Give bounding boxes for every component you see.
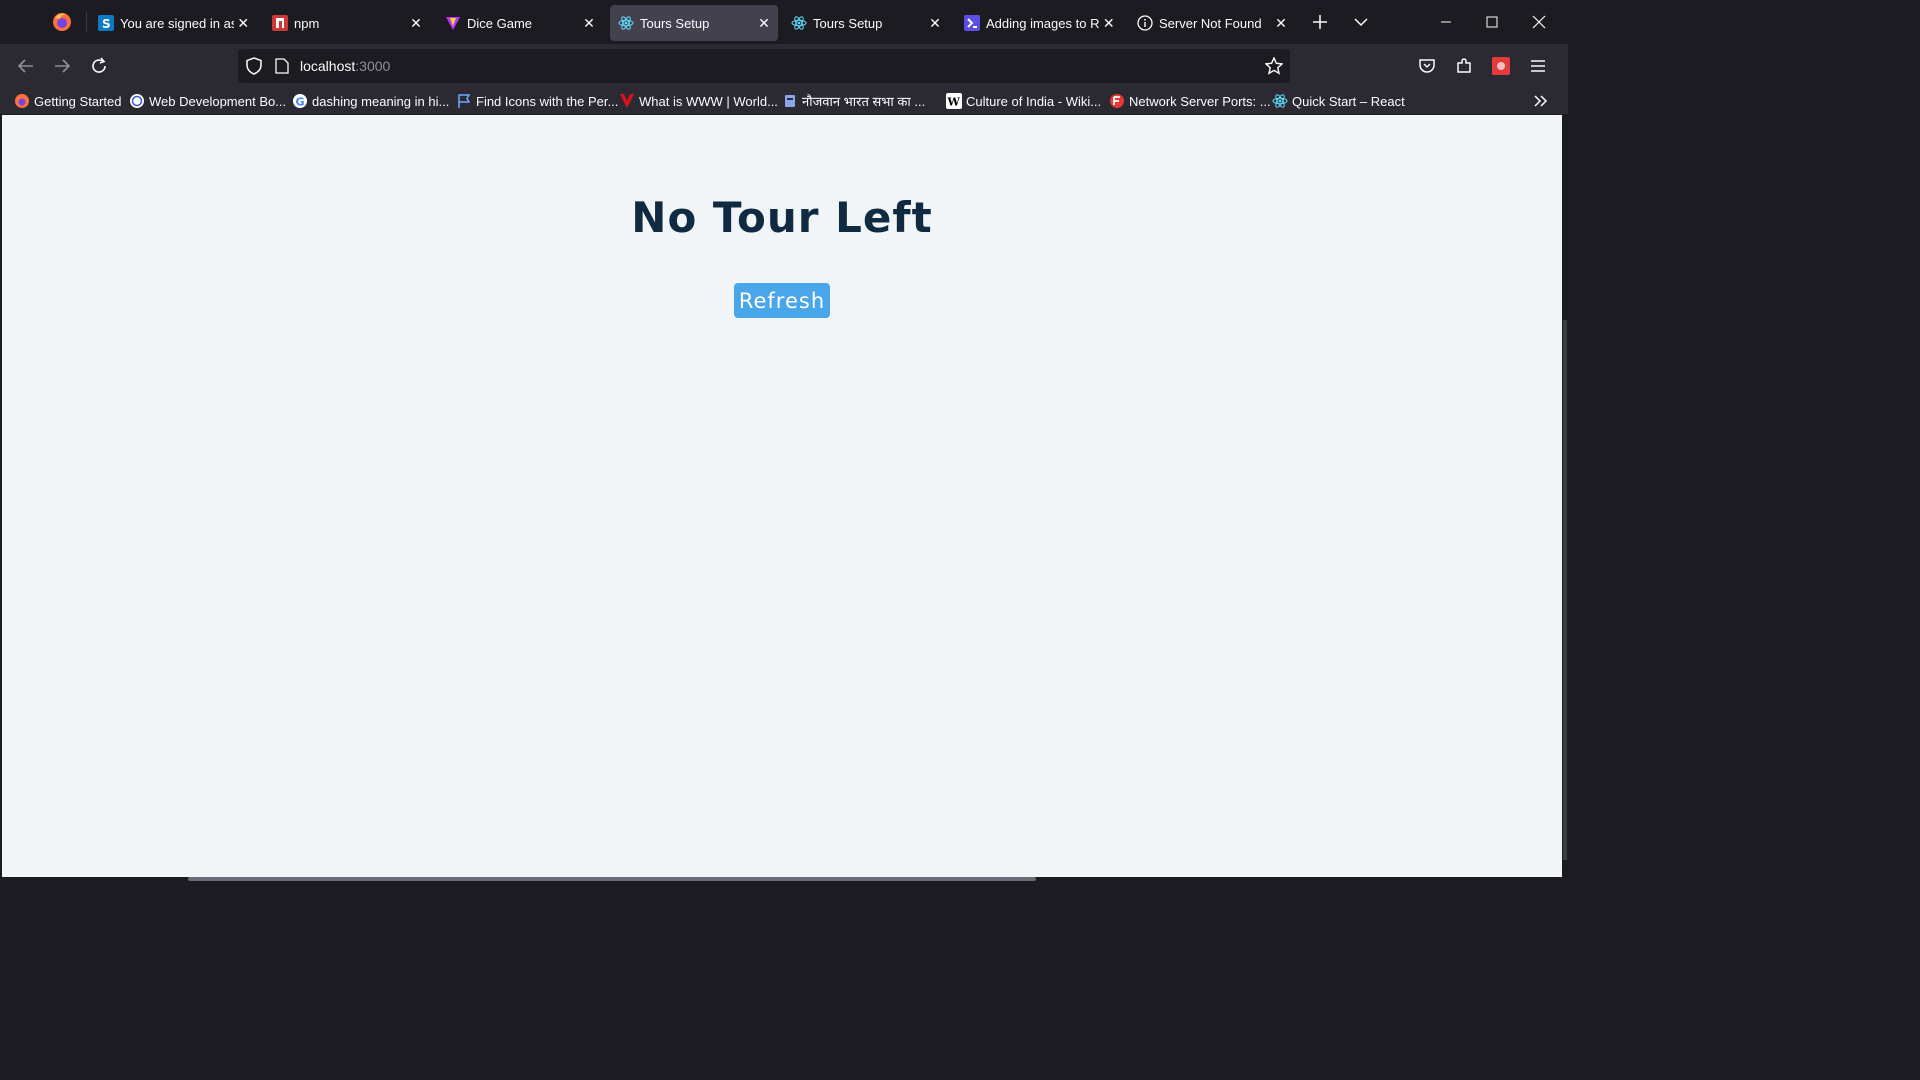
bookmark-getting-started[interactable]: Getting Started: [14, 91, 121, 111]
page-title: No Tour Left: [631, 193, 933, 242]
new-tab-plus-icon[interactable]: [1308, 10, 1332, 34]
emblem-icon: [782, 93, 798, 109]
tab-title: Server Not Found: [1159, 15, 1262, 31]
extensions-puzzle-icon[interactable]: [1450, 52, 1478, 80]
close-icon[interactable]: ✕: [579, 13, 599, 33]
bookmark-network-server-ports[interactable]: Network Server Ports: ...: [1109, 91, 1271, 111]
info-icon: [1137, 15, 1153, 31]
v-icon: [619, 93, 635, 109]
flag-icon: [456, 93, 472, 109]
react-icon: [1272, 93, 1288, 109]
close-icon[interactable]: ✕: [1271, 13, 1291, 33]
maximize-icon[interactable]: [1469, 6, 1515, 38]
tab-title: npm: [294, 15, 320, 31]
list-all-tabs-chevron-icon[interactable]: [1349, 10, 1373, 34]
wikipedia-icon: W: [946, 93, 962, 109]
tracking-protection-shield-icon[interactable]: [240, 52, 268, 80]
url-text[interactable]: localhost:3000: [300, 58, 390, 74]
more-bookmarks-chevron-icon[interactable]: [1527, 87, 1555, 115]
f-icon: [1109, 93, 1125, 109]
bookmark-label: Network Server Ports: ...: [1129, 93, 1271, 109]
window-close-icon[interactable]: [1516, 6, 1562, 38]
tab-title: You are signed in as S: [120, 15, 235, 31]
tab-title: Dice Game: [467, 15, 533, 31]
minimize-icon[interactable]: [1423, 6, 1469, 38]
firefox-icon: [14, 93, 30, 109]
hamburger-menu-icon[interactable]: [1524, 52, 1552, 80]
vite-icon: [445, 15, 461, 31]
bookmark-dashing-meaning[interactable]: G dashing meaning in hi...: [292, 91, 449, 111]
close-icon[interactable]: ✕: [925, 13, 945, 33]
bookmark-quick-start-react[interactable]: Quick Start – React: [1272, 91, 1405, 111]
google-icon: G: [292, 93, 308, 109]
bookmark-star-icon[interactable]: [1260, 52, 1288, 80]
back-arrow-icon[interactable]: [12, 52, 40, 80]
url-bar[interactable]: [238, 49, 1290, 83]
bookmark-label: Web Development Bo...: [149, 93, 287, 109]
terminal-icon: [964, 15, 980, 31]
url-port: :3000: [355, 58, 391, 74]
close-icon[interactable]: ✕: [406, 13, 426, 33]
bookmark-label: Quick Start – React: [1292, 93, 1405, 109]
bookmark-culture-of-india[interactable]: W Culture of India - Wiki...: [946, 91, 1101, 111]
close-icon[interactable]: ✕: [1099, 13, 1118, 33]
bookmark-label: नौजवान भारत सभा का ...: [802, 94, 926, 109]
extension-red-icon[interactable]: [1487, 52, 1515, 80]
npm-icon: [272, 15, 288, 31]
pocket-icon[interactable]: [1413, 52, 1441, 80]
bookmark-web-development[interactable]: Web Development Bo...: [129, 91, 286, 111]
close-icon[interactable]: ✕: [754, 13, 774, 33]
svg-text:G: G: [296, 96, 305, 109]
url-host: localhost: [300, 58, 356, 74]
page-content: No Tour Left Refresh: [2, 115, 1562, 877]
vertical-scrollbar-thumb[interactable]: [1563, 320, 1567, 860]
bookmark-label: Culture of India - Wiki...: [966, 93, 1102, 109]
react-icon: [618, 15, 634, 31]
reload-icon[interactable]: [85, 52, 113, 80]
close-icon[interactable]: ✕: [234, 13, 252, 33]
tab-adding-images[interactable]: Adding images to RE ✕: [956, 5, 1122, 41]
bookmark-naujawan-bharat[interactable]: नौजवान भारत सभा का ...: [782, 91, 925, 111]
refresh-button[interactable]: Refresh: [734, 283, 830, 318]
tab-npm[interactable]: npm ✕: [264, 5, 430, 41]
tab-tours-setup[interactable]: Tours Setup ✕: [783, 5, 949, 41]
webdev-icon: [129, 93, 145, 109]
tab-signed-in[interactable]: S You are signed in as S ✕: [90, 5, 256, 41]
tab-separator: [86, 12, 87, 32]
horizontal-scrollbar-thumb[interactable]: [188, 877, 1036, 881]
forward-arrow-icon[interactable]: [48, 52, 76, 80]
bookmark-label: What is WWW | World...: [639, 93, 778, 109]
tab-server-not-found[interactable]: Server Not Found ✕: [1129, 5, 1295, 41]
tab-title: Tours Setup: [813, 15, 883, 31]
s-app-icon: S: [98, 15, 114, 31]
bookmark-label: Find Icons with the Per...: [476, 93, 619, 109]
tab-title: Tours Setup: [640, 15, 710, 31]
svg-text:W: W: [947, 96, 961, 109]
tab-dice-game[interactable]: Dice Game ✕: [437, 5, 603, 41]
firefox-menu-icon[interactable]: [50, 10, 74, 34]
svg-text:S: S: [102, 17, 111, 31]
bookmark-what-is-www[interactable]: What is WWW | World...: [619, 91, 778, 111]
browser-window: S You are signed in as S ✕ npm ✕ Dice Ga…: [0, 0, 1568, 882]
bookmark-label: Getting Started: [34, 93, 122, 109]
react-icon: [791, 15, 807, 31]
page-info-icon[interactable]: [268, 52, 296, 80]
bookmark-label: dashing meaning in hi...: [312, 93, 450, 109]
tab-title: Adding images to RE: [986, 15, 1100, 31]
tab-tours-setup-active[interactable]: Tours Setup ✕: [610, 5, 778, 41]
bookmark-find-icons[interactable]: Find Icons with the Per...: [456, 91, 618, 111]
